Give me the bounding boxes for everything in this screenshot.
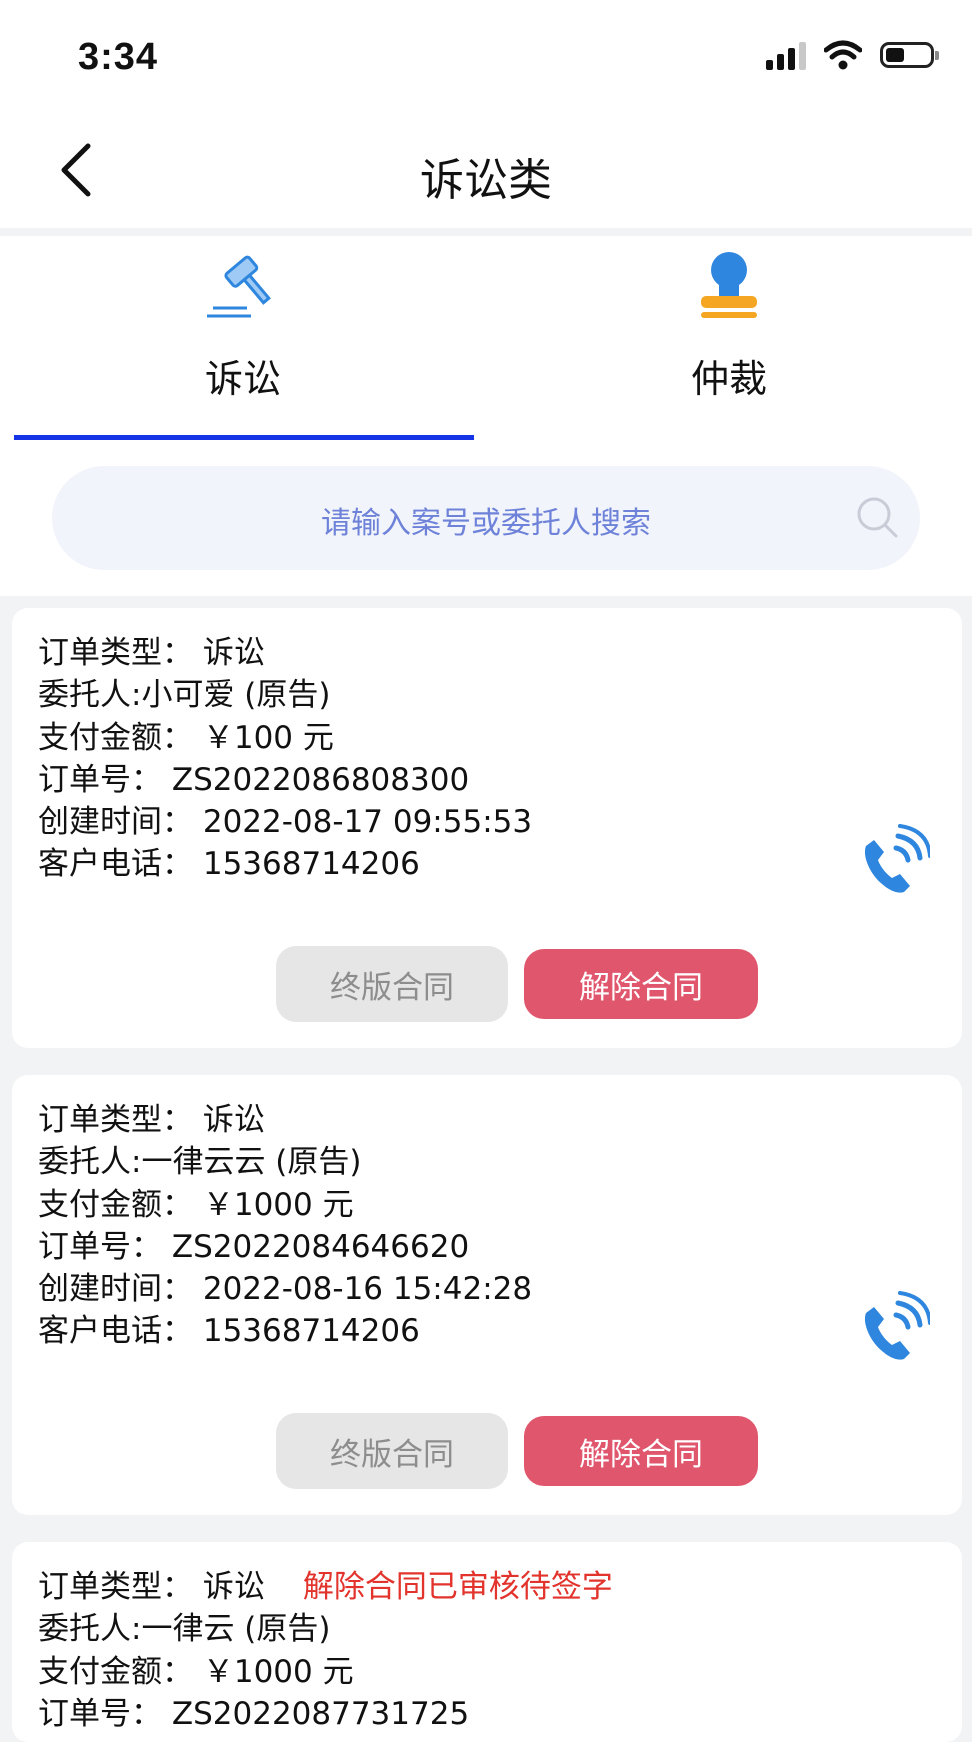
search-input[interactable]: 请输入案号或委托人搜索 xyxy=(52,466,920,570)
wifi-icon xyxy=(824,40,862,70)
active-tab-indicator xyxy=(14,435,474,440)
order-amount: 支付金额： ￥1000 元 xyxy=(38,1186,354,1223)
order-type: 订单类型： 诉讼 xyxy=(38,1569,265,1605)
status-icons xyxy=(766,40,939,70)
order-type: 订单类型： 诉讼 xyxy=(38,635,265,671)
order-details: 订单类型： 诉讼 委托人:小可爱 (原告) 支付金额： ￥100 元 订单号： … xyxy=(38,632,532,886)
search-icon[interactable] xyxy=(854,494,900,540)
page-title: 诉讼类 xyxy=(420,155,552,206)
order-type: 订单类型： 诉讼 xyxy=(38,1102,265,1138)
tab-label: 诉讼 xyxy=(204,357,281,401)
final-contract-button[interactable]: 终版合同 xyxy=(276,1413,508,1489)
order-card: 订单类型： 诉讼 解除合同已审核待签字 委托人:一律云 (原告) 支付金额： ￥1… xyxy=(12,1542,962,1742)
tab-arbitration[interactable]: 仲裁 xyxy=(486,236,972,436)
cellular-signal-icon xyxy=(766,40,806,70)
order-created-time: 创建时间： 2022-08-16 15:42:28 xyxy=(38,1271,533,1308)
order-card: 订单类型： 诉讼 委托人:一律云云 (原告) 支付金额： ￥1000 元 订单号… xyxy=(12,1075,962,1515)
phone-call-icon[interactable] xyxy=(852,1291,930,1369)
order-client: 委托人:一律云云 (原告) xyxy=(38,1144,362,1181)
terminate-contract-button[interactable]: 解除合同 xyxy=(524,1416,758,1486)
order-number: 订单号： ZS2022084646620 xyxy=(38,1228,470,1265)
order-number: 订单号： ZS2022086808300 xyxy=(38,761,470,798)
order-amount: 支付金额： ￥1000 元 xyxy=(38,1653,354,1690)
order-details: 订单类型： 诉讼 解除合同已审核待签字 委托人:一律云 (原告) 支付金额： ￥1… xyxy=(38,1566,613,1735)
status-time: 3:34 xyxy=(78,36,159,78)
order-customer-phone: 客户电话： 15368714206 xyxy=(38,846,420,883)
tab-litigation[interactable]: 诉讼 xyxy=(0,236,486,436)
gavel-icon xyxy=(207,255,271,318)
order-details: 订单类型： 诉讼 委托人:一律云云 (原告) 支付金额： ￥1000 元 订单号… xyxy=(38,1099,532,1353)
stamp-icon xyxy=(701,252,757,318)
final-contract-button[interactable]: 终版合同 xyxy=(276,946,508,1022)
terminate-contract-button[interactable]: 解除合同 xyxy=(524,949,758,1019)
order-amount: 支付金额： ￥100 元 xyxy=(38,719,334,756)
order-client: 委托人:一律云 (原告) xyxy=(38,1611,331,1648)
order-client: 委托人:小可爱 (原告) xyxy=(38,677,331,714)
order-customer-phone: 客户电话： 15368714206 xyxy=(38,1313,420,1350)
order-number: 订单号： ZS2022087731725 xyxy=(38,1695,470,1732)
battery-icon xyxy=(880,42,939,68)
search-placeholder: 请输入案号或委托人搜索 xyxy=(321,506,651,541)
phone-call-icon[interactable] xyxy=(852,824,930,902)
order-type-row: 订单类型： 诉讼 解除合同已审核待签字 xyxy=(38,1566,613,1608)
status-bar: 3:34 xyxy=(0,0,972,118)
tab-label: 仲裁 xyxy=(690,357,767,401)
nav-bar: 诉讼类 xyxy=(0,118,972,228)
order-status-alert: 解除合同已审核待签字 xyxy=(302,1569,613,1605)
order-card: 订单类型： 诉讼 委托人:小可爱 (原告) 支付金额： ￥100 元 订单号： … xyxy=(12,608,962,1048)
order-created-time: 创建时间： 2022-08-17 09:55:53 xyxy=(38,804,533,841)
